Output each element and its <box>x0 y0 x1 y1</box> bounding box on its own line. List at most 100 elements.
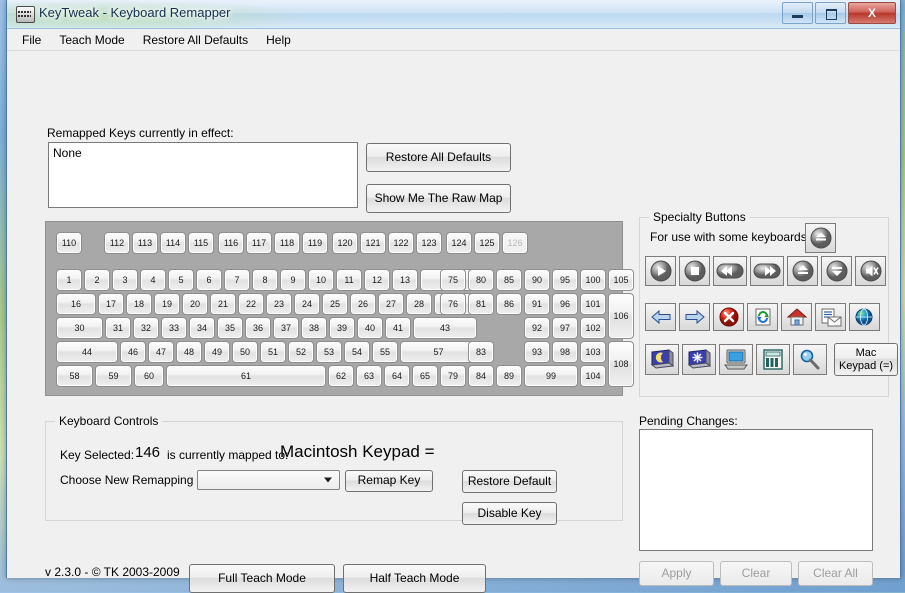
key-13[interactable]: 13 <box>392 269 418 291</box>
menu-item-restore-all-defaults[interactable]: Restore All Defaults <box>134 30 257 50</box>
key-36[interactable]: 36 <box>245 317 271 339</box>
key-119[interactable]: 119 <box>302 232 328 254</box>
key-47[interactable]: 47 <box>148 341 174 363</box>
key-86[interactable]: 86 <box>496 293 522 315</box>
key-117[interactable]: 117 <box>246 232 272 254</box>
key-120[interactable]: 120 <box>332 232 358 254</box>
browser-forward-button[interactable] <box>679 303 710 331</box>
menu-item-file[interactable]: File <box>13 30 50 50</box>
key-102[interactable]: 102 <box>580 317 606 339</box>
key-126[interactable]: 126 <box>502 232 528 254</box>
key-51[interactable]: 51 <box>260 341 286 363</box>
calculator-button[interactable] <box>756 344 790 375</box>
key-48[interactable]: 48 <box>176 341 202 363</box>
key-57[interactable]: 57 <box>400 341 477 363</box>
key-24[interactable]: 24 <box>294 293 320 315</box>
stop-button[interactable] <box>679 256 710 286</box>
key-27[interactable]: 27 <box>378 293 404 315</box>
key-7[interactable]: 7 <box>224 269 250 291</box>
key-95[interactable]: 95 <box>552 269 578 291</box>
mac-keypad-button[interactable]: Mac Keypad (=) <box>834 343 898 376</box>
eject-button[interactable] <box>805 223 836 253</box>
key-12[interactable]: 12 <box>364 269 390 291</box>
pending-changes-textbox[interactable] <box>639 429 873 551</box>
browser-home-button[interactable] <box>781 303 812 331</box>
play-button[interactable] <box>645 256 676 286</box>
search-button[interactable] <box>793 344 827 375</box>
key-125[interactable]: 125 <box>474 232 500 254</box>
key-92[interactable]: 92 <box>524 317 550 339</box>
browser-back-button[interactable] <box>645 303 676 331</box>
disable-key-button[interactable]: Disable Key <box>462 502 557 525</box>
key-5[interactable]: 5 <box>168 269 194 291</box>
close-button[interactable]: X <box>848 2 896 24</box>
minimize-button[interactable] <box>782 2 813 24</box>
key-31[interactable]: 31 <box>105 317 131 339</box>
browser-search-button[interactable] <box>849 303 880 331</box>
key-106[interactable]: 106 <box>608 293 634 339</box>
key-99[interactable]: 99 <box>524 365 578 387</box>
my-computer-button[interactable] <box>719 344 753 375</box>
key-115[interactable]: 115 <box>188 232 214 254</box>
clear-all-button[interactable]: Clear All <box>798 561 873 586</box>
key-76[interactable]: 76 <box>440 293 466 315</box>
key-39[interactable]: 39 <box>329 317 355 339</box>
key-26[interactable]: 26 <box>350 293 376 315</box>
key-85[interactable]: 85 <box>496 269 522 291</box>
browser-stop-button[interactable] <box>713 303 744 331</box>
key-90[interactable]: 90 <box>524 269 550 291</box>
key-43[interactable]: 43 <box>413 317 477 339</box>
key-37[interactable]: 37 <box>273 317 299 339</box>
key-112[interactable]: 112 <box>104 232 130 254</box>
key-16[interactable]: 16 <box>56 293 96 315</box>
key-65[interactable]: 65 <box>412 365 438 387</box>
key-75[interactable]: 75 <box>440 269 466 291</box>
key-34[interactable]: 34 <box>189 317 215 339</box>
key-113[interactable]: 113 <box>132 232 158 254</box>
key-103[interactable]: 103 <box>580 341 606 363</box>
next-track-button[interactable] <box>750 256 784 286</box>
clear-button[interactable]: Clear <box>720 561 792 586</box>
key-11[interactable]: 11 <box>336 269 362 291</box>
key-28[interactable]: 28 <box>406 293 432 315</box>
key-55[interactable]: 55 <box>372 341 398 363</box>
key-35[interactable]: 35 <box>217 317 243 339</box>
key-101[interactable]: 101 <box>580 293 606 315</box>
key-46[interactable]: 46 <box>120 341 146 363</box>
key-19[interactable]: 19 <box>154 293 180 315</box>
key-110[interactable]: 110 <box>56 232 82 254</box>
key-10[interactable]: 10 <box>308 269 334 291</box>
previous-track-button[interactable] <box>713 256 747 286</box>
key-62[interactable]: 62 <box>328 365 354 387</box>
key-81[interactable]: 81 <box>468 293 494 315</box>
key-59[interactable]: 59 <box>95 365 132 387</box>
key-97[interactable]: 97 <box>552 317 578 339</box>
key-61[interactable]: 61 <box>166 365 326 387</box>
key-18[interactable]: 18 <box>126 293 152 315</box>
key-3[interactable]: 3 <box>112 269 138 291</box>
key-89[interactable]: 89 <box>496 365 522 387</box>
key-96[interactable]: 96 <box>552 293 578 315</box>
key-25[interactable]: 25 <box>322 293 348 315</box>
key-91[interactable]: 91 <box>524 293 550 315</box>
key-122[interactable]: 122 <box>388 232 414 254</box>
key-2[interactable]: 2 <box>84 269 110 291</box>
key-118[interactable]: 118 <box>274 232 300 254</box>
wake-button[interactable] <box>682 344 716 375</box>
key-108[interactable]: 108 <box>608 341 634 387</box>
key-6[interactable]: 6 <box>196 269 222 291</box>
key-53[interactable]: 53 <box>316 341 342 363</box>
key-44[interactable]: 44 <box>56 341 118 363</box>
key-30[interactable]: 30 <box>56 317 103 339</box>
key-49[interactable]: 49 <box>204 341 230 363</box>
key-64[interactable]: 64 <box>384 365 410 387</box>
key-121[interactable]: 121 <box>360 232 386 254</box>
mail-button[interactable] <box>815 303 846 331</box>
key-41[interactable]: 41 <box>385 317 411 339</box>
key-8[interactable]: 8 <box>252 269 278 291</box>
show-raw-map-button[interactable]: Show Me The Raw Map <box>366 184 511 213</box>
sleep-button[interactable] <box>645 344 679 375</box>
key-9[interactable]: 9 <box>280 269 306 291</box>
key-100[interactable]: 100 <box>580 269 606 291</box>
key-52[interactable]: 52 <box>288 341 314 363</box>
